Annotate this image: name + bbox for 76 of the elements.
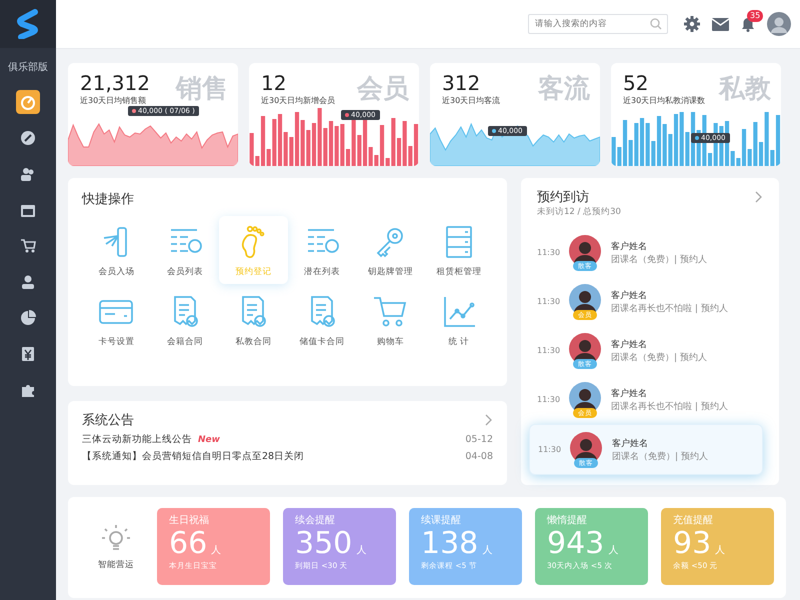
cart-icon (20, 238, 36, 254)
customer-name: 客户姓名 (612, 438, 649, 450)
reminder-count: 943 (547, 527, 604, 561)
avatar-icon[interactable] (767, 12, 791, 36)
reminder-title: 生日祝福 (169, 514, 210, 527)
visit-detail: 团课名（免费）| 预约人 (611, 352, 707, 364)
stat-value: 52 (623, 71, 648, 95)
visit-time: 11:30 (537, 346, 559, 355)
section-title: 智能营运 (98, 558, 134, 570)
compass-icon (20, 130, 36, 146)
stat-caption: 近30天日均客流 (442, 95, 500, 106)
gauge-nav-item[interactable] (16, 90, 40, 114)
quick-action[interactable]: 统 计 (424, 286, 493, 354)
stat-value: 12 (261, 71, 286, 95)
visit-time: 11:30 (538, 445, 560, 454)
stat-value: 312 (442, 71, 480, 95)
unit-label: 人 (356, 544, 366, 557)
section-title: 快捷操作 (82, 192, 134, 207)
reminder-count: 350 (295, 527, 352, 561)
visit-detail: 团课名再长也不怕啦 | 预约人 (611, 400, 728, 412)
logo-icon (17, 9, 39, 39)
quick-action[interactable]: 储值卡合同 (288, 286, 356, 354)
section-title: 预约到访 (537, 189, 589, 206)
customer-name: 客户姓名 (611, 240, 648, 252)
stat-caption: 近30天日均新增会员 (261, 95, 336, 106)
quick-action[interactable]: 卡号设置 (82, 286, 150, 354)
new-tag: New (198, 434, 220, 444)
visit-summary: 未到访12 / 总预约30 (536, 206, 622, 218)
reminder-count: 66 (169, 527, 208, 561)
quick-action[interactable]: 潜在列表 (288, 216, 356, 284)
yen-icon (20, 346, 36, 362)
visit-time: 11:30 (537, 248, 559, 257)
reminder-count: 138 (421, 527, 478, 561)
unit-label: 人 (482, 544, 492, 557)
unit-label: 人 (608, 544, 618, 557)
user-icon (20, 274, 36, 290)
quick-action[interactable]: 会员入场 (82, 216, 150, 284)
reminder-title: 续会提醒 (295, 514, 336, 527)
reminder-count: 93 (673, 527, 712, 561)
quick-action[interactable]: 购物车 (356, 286, 424, 354)
customer-name: 客户姓名 (611, 388, 648, 400)
quick-action[interactable]: 会籍合同 (150, 286, 219, 354)
stat-value: 21,312 (80, 71, 150, 95)
users-icon (20, 166, 36, 182)
notice-date: 05-12 (465, 434, 493, 445)
unit-label: 人 (715, 544, 726, 557)
brand-label: 俱乐部版 (8, 60, 48, 74)
reminder-title: 懒惰提醒 (547, 514, 588, 527)
visit-detail: 团课名再长也不怕啦 | 预约人 (611, 302, 728, 314)
customer-name: 客户姓名 (611, 338, 648, 350)
quick-action[interactable]: 钥匙牌管理 (356, 216, 424, 284)
quick-action[interactable]: 会员列表 (150, 216, 219, 284)
stat-caption: 近30天日均销售额 (80, 95, 146, 106)
visit-detail: 团课名（免费）| 预约人 (611, 254, 707, 266)
notice-link[interactable]: 【系统通知】会员营销短信自明日零点至28日关闭 (82, 450, 304, 463)
customer-name: 客户姓名 (611, 290, 648, 302)
reminder-title: 续课提醒 (421, 514, 462, 527)
puzzle-icon (20, 382, 36, 398)
pie-chart-icon (20, 310, 36, 326)
quick-action[interactable]: 私教合同 (219, 286, 288, 354)
mail-icon[interactable] (712, 18, 729, 30)
reminder-title: 充值提醒 (673, 514, 714, 527)
notice-link[interactable]: 三体云动新功能上线公告 (82, 433, 192, 446)
visit-time: 11:30 (537, 395, 559, 404)
search-icon (650, 18, 662, 30)
search-field[interactable]: 请输入搜索的内容 (528, 14, 668, 34)
section-title: 系统公告 (82, 412, 134, 429)
notice-date: 04-08 (465, 451, 493, 462)
visit-detail: 团课名（免费）| 预约人 (612, 450, 708, 462)
unit-label: 人 (211, 544, 222, 557)
stat-caption: 近30天日均私教消课数 (623, 95, 706, 106)
visit-time: 11:30 (537, 297, 559, 306)
notification-badge: 35 (747, 10, 764, 22)
gauge-icon (20, 94, 36, 110)
settings-icon[interactable] (684, 16, 700, 32)
quick-action[interactable]: 租赁柜管理 (424, 216, 493, 284)
